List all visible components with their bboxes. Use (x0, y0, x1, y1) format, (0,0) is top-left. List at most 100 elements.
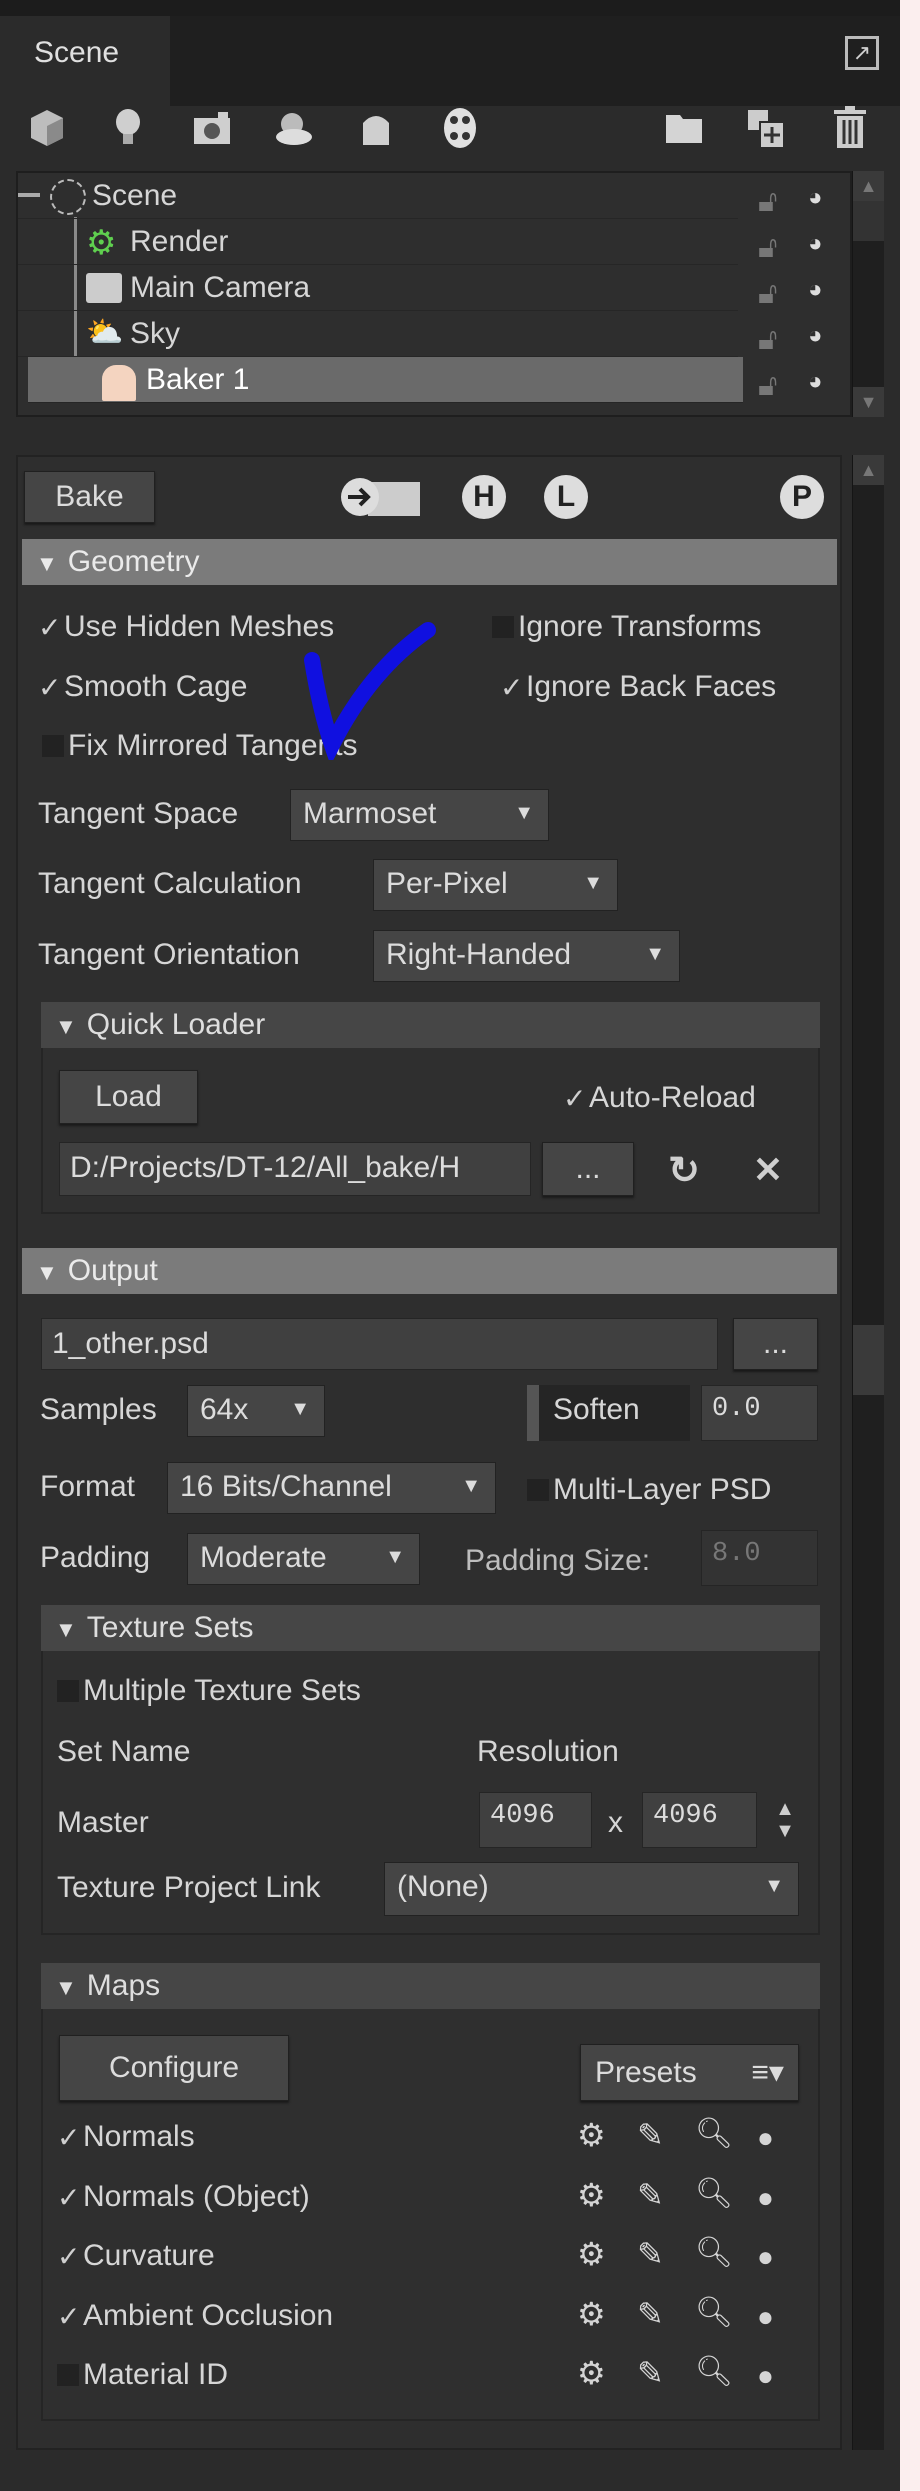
load-button[interactable]: Load (59, 1070, 198, 1124)
ignore-transforms-checkbox[interactable]: Ignore Transforms (492, 610, 761, 644)
preview-sphere-icon[interactable]: ● (757, 2241, 774, 2273)
bake-button[interactable]: Bake (24, 471, 155, 523)
map-item[interactable]: Material ID ⚙ ✎ 🔍︎ ● (57, 2350, 817, 2406)
configure-button[interactable]: Configure (59, 2035, 289, 2101)
settings-gear-icon[interactable]: ⚙ (577, 2235, 606, 2273)
map-checkbox[interactable]: ✓ Curvature (57, 2239, 215, 2273)
output-filename-input[interactable]: 1_other.psd (41, 1318, 718, 1370)
auto-reload-checkbox[interactable]: ✓ Auto-Reload (563, 1081, 756, 1115)
scroll-thumb[interactable] (853, 201, 884, 241)
texture-sets-header[interactable]: ▼ Texture Sets (41, 1605, 820, 1651)
lock-icon[interactable]: 🔓︎ (758, 363, 777, 409)
eye-icon[interactable]: ◕ (808, 313, 823, 359)
preview-sphere-icon[interactable]: ● (757, 2360, 774, 2392)
ignore-back-faces-checkbox[interactable]: ✓ Ignore Back Faces (500, 670, 776, 704)
preview-sphere-icon[interactable]: ● (757, 2122, 774, 2154)
map-item[interactable]: ✓ Normals ⚙ ✎ 🔍︎ ● (57, 2112, 817, 2168)
edit-pencil-icon[interactable]: ✎ (637, 2354, 664, 2392)
map-checkbox[interactable]: ✓ Normals (Object) (57, 2180, 310, 2214)
soften-value-input[interactable]: 0.0 (701, 1385, 818, 1441)
samples-dropdown[interactable]: 64x ▼ (187, 1385, 325, 1437)
eye-icon[interactable]: ◕ (808, 175, 823, 221)
output-section-header[interactable]: ▼ Output (22, 1248, 837, 1294)
eye-icon[interactable]: ◕ (808, 359, 823, 405)
duplicate-icon[interactable] (744, 106, 788, 152)
properties-scrollbar[interactable]: ▲ (852, 455, 884, 2450)
magnify-icon[interactable]: 🔍︎ (695, 2354, 733, 2389)
magnify-icon[interactable]: 🔍︎ (695, 2295, 733, 2330)
scroll-thumb[interactable] (853, 1325, 884, 1395)
settings-gear-icon[interactable]: ⚙ (577, 2176, 606, 2214)
scroll-down-button[interactable]: ▼ (853, 387, 884, 417)
clear-icon[interactable]: ✕ (746, 1148, 790, 1192)
browse-output-button[interactable]: ... (733, 1318, 818, 1370)
padding-size-input[interactable]: 8.0 (701, 1530, 818, 1586)
map-checkbox[interactable]: ✓ Ambient Occlusion (57, 2299, 333, 2333)
texture-project-link-dropdown[interactable]: (None) ▼ (384, 1862, 799, 1916)
browse-path-button[interactable]: ... (542, 1142, 634, 1196)
tree-scrollbar[interactable]: ▲ ▼ (852, 171, 884, 417)
lock-icon[interactable]: 🔓︎ (758, 179, 777, 225)
presets-button[interactable]: Presets ≡▾ (580, 2044, 799, 2101)
tree-item-baker-1[interactable]: Baker 1 (28, 357, 743, 403)
smooth-cage-checkbox[interactable]: ✓ Smooth Cage (38, 670, 247, 704)
resolution-width-input[interactable]: 4096 (479, 1792, 592, 1848)
lock-icon[interactable]: 🔓︎ (758, 225, 777, 271)
cube-icon[interactable] (25, 104, 69, 152)
soften-slider[interactable]: Soften (527, 1385, 690, 1441)
decrease-icon[interactable]: ▼ (775, 1820, 795, 1842)
padding-dropdown[interactable]: Moderate ▼ (187, 1533, 420, 1585)
tangent-calculation-dropdown[interactable]: Per-Pixel ▼ (373, 859, 618, 911)
maps-header[interactable]: ▼ Maps (41, 1963, 820, 2009)
low-poly-icon[interactable]: L (544, 475, 588, 519)
edit-pencil-icon[interactable]: ✎ (637, 2295, 664, 2333)
baker-icon[interactable] (356, 106, 396, 150)
resolution-spinner[interactable]: ▲ ▼ (770, 1792, 800, 1848)
multiple-texture-sets-checkbox[interactable]: Multiple Texture Sets (57, 1674, 361, 1708)
map-checkbox[interactable]: ✓ Normals (57, 2120, 195, 2154)
settings-gear-icon[interactable]: ⚙ (577, 2354, 606, 2392)
magnify-icon[interactable]: 🔍︎ (695, 2116, 733, 2151)
tangent-space-dropdown[interactable]: Marmoset ▼ (290, 789, 549, 841)
tree-item-main-camera[interactable]: Main Camera (18, 265, 738, 311)
material-palette-icon[interactable] (438, 104, 482, 152)
increase-icon[interactable]: ▲ (775, 1798, 795, 1820)
tree-item-sky[interactable]: ⛅ Sky (18, 311, 738, 357)
edit-pencil-icon[interactable]: ✎ (637, 2116, 664, 2154)
eye-icon[interactable]: ◕ (808, 267, 823, 313)
tree-item-render[interactable]: ⚙ Render (18, 219, 738, 265)
magnify-icon[interactable]: 🔍︎ (695, 2176, 733, 2211)
edit-pencil-icon[interactable]: ✎ (637, 2235, 664, 2273)
map-checkbox[interactable]: Material ID (57, 2358, 228, 2392)
tangent-orientation-dropdown[interactable]: Right-Handed ▼ (373, 930, 680, 982)
format-dropdown[interactable]: 16 Bits/Channel ▼ (167, 1462, 496, 1514)
lock-icon[interactable]: 🔓︎ (758, 271, 777, 317)
folder-icon[interactable] (662, 106, 706, 150)
light-bulb-icon[interactable] (110, 104, 146, 152)
tree-item-scene[interactable]: Scene (18, 173, 738, 219)
resolution-height-input[interactable]: 4096 (642, 1792, 757, 1848)
camera-icon[interactable] (190, 106, 234, 150)
scroll-up-button[interactable]: ▲ (853, 171, 884, 201)
high-poly-icon[interactable]: H (462, 475, 506, 519)
geometry-section-header[interactable]: ▼ Geometry (22, 539, 837, 585)
export-folder-icon[interactable] (338, 476, 422, 518)
collapse-icon[interactable] (18, 193, 40, 197)
lock-icon[interactable]: 🔓︎ (758, 317, 777, 363)
multi-layer-psd-checkbox[interactable]: Multi-Layer PSD (527, 1473, 771, 1507)
magnify-icon[interactable]: 🔍︎ (695, 2235, 733, 2270)
eye-icon[interactable]: ◕ (808, 221, 823, 267)
use-hidden-meshes-checkbox[interactable]: ✓ Use Hidden Meshes (38, 610, 334, 644)
trash-icon[interactable] (828, 104, 872, 152)
preview-icon[interactable]: P (780, 475, 824, 519)
quick-loader-path-input[interactable]: D:/Projects/DT-12/All_bake/H (59, 1142, 531, 1196)
quick-loader-header[interactable]: ▼ Quick Loader (41, 1002, 820, 1048)
settings-gear-icon[interactable]: ⚙ (577, 2116, 606, 2154)
map-item[interactable]: ✓ Normals (Object) ⚙ ✎ 🔍︎ ● (57, 2172, 817, 2228)
preview-sphere-icon[interactable]: ● (757, 2182, 774, 2214)
popout-icon[interactable]: ↗ (845, 36, 879, 70)
reload-icon[interactable]: ↻ (662, 1148, 706, 1192)
tab-scene[interactable]: Scene (0, 16, 170, 108)
map-item[interactable]: ✓ Ambient Occlusion ⚙ ✎ 🔍︎ ● (57, 2291, 817, 2347)
preview-sphere-icon[interactable]: ● (757, 2301, 774, 2333)
